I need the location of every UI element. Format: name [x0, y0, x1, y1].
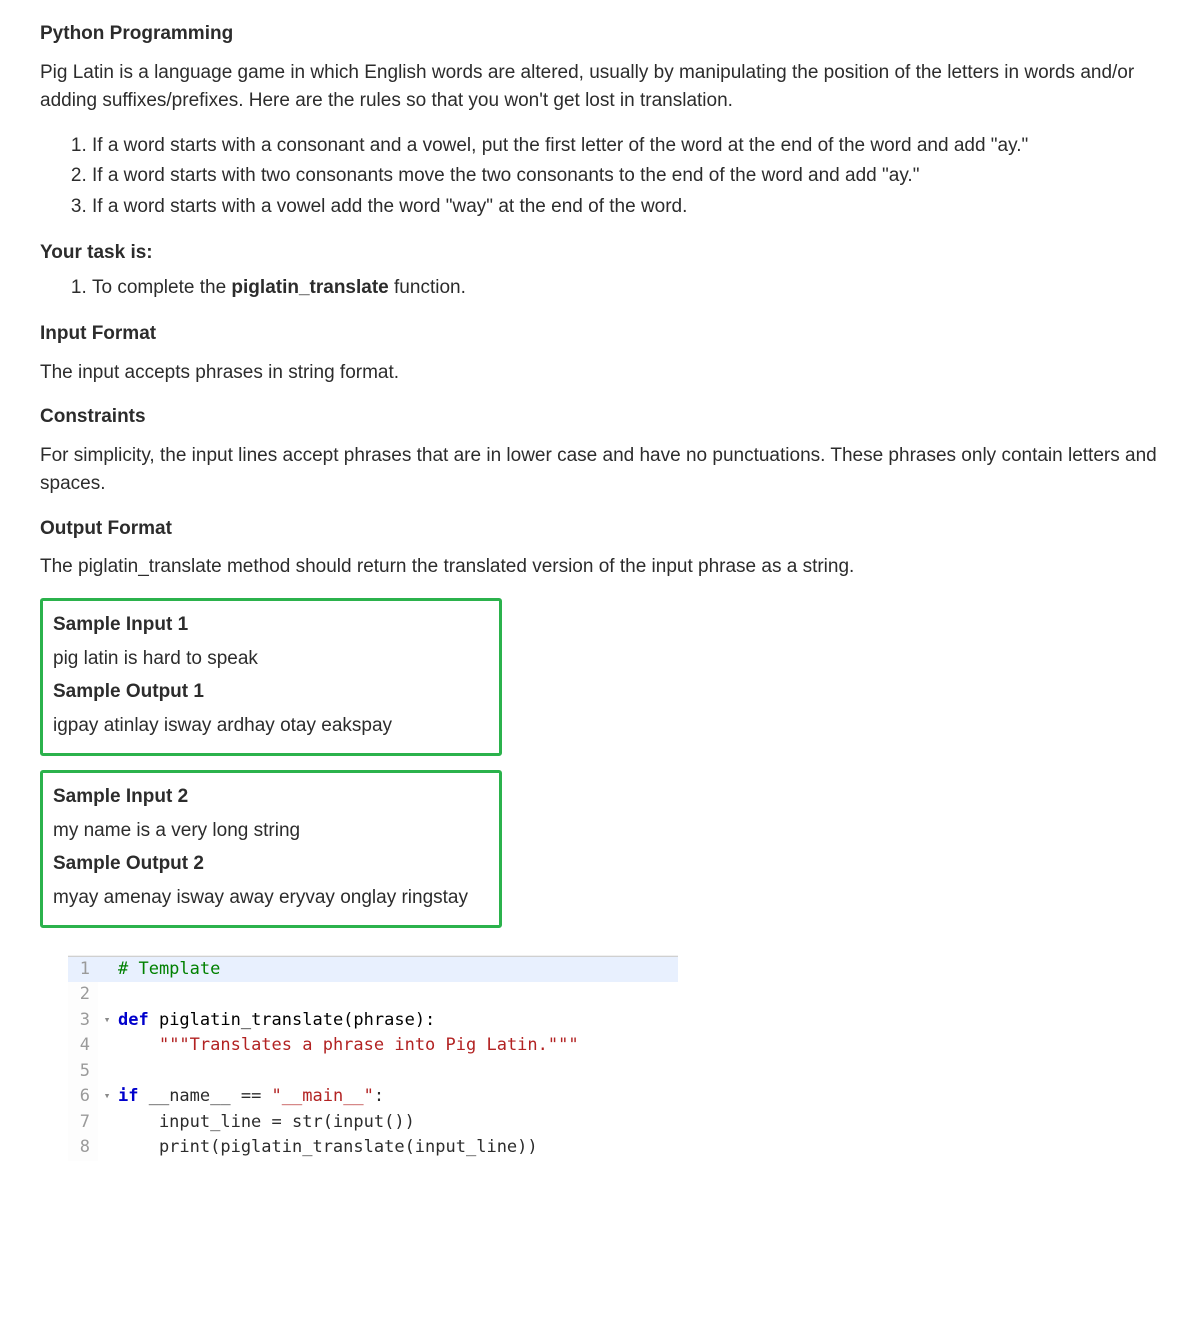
fold-gutter	[98, 1033, 116, 1059]
code-line[interactable]: 8 print(piglatin_translate(input_line))	[68, 1135, 678, 1161]
fold-icon[interactable]: ▾	[104, 1089, 111, 1102]
sample-output-1-text: igpay atinlay isway ardhay otay eakspay	[53, 712, 489, 741]
code-line[interactable]: 4 """Translates a phrase into Pig Latin.…	[68, 1033, 678, 1059]
constraints-text: For simplicity, the input lines accept p…	[40, 442, 1160, 499]
sample-box-1: Sample Input 1 pig latin is hard to spea…	[40, 598, 502, 756]
sample-output-2-text: myay amenay isway away eryvay onglay rin…	[53, 884, 489, 913]
code-line[interactable]: 6 ▾ if __name__ == "__main__":	[68, 1084, 678, 1110]
code-line[interactable]: 7 input_line = str(input())	[68, 1110, 678, 1136]
task-list: To complete the piglatin_translate funct…	[40, 274, 1160, 303]
fold-gutter	[98, 957, 116, 983]
code-line[interactable]: 5	[68, 1059, 678, 1085]
line-number: 3	[68, 1008, 98, 1034]
rule-item: If a word starts with a vowel add the wo…	[92, 193, 1160, 222]
rules-list: If a word starts with a consonant and a …	[40, 132, 1160, 222]
line-number: 8	[68, 1135, 98, 1161]
task-text-suffix: function.	[389, 277, 466, 298]
task-text-prefix: To complete the	[92, 277, 231, 298]
code-line[interactable]: 2	[68, 982, 678, 1008]
code-text: piglatin_translate(phrase):	[149, 1010, 436, 1030]
code-text: input_line = str(input())	[118, 1112, 415, 1132]
page-title: Python Programming	[40, 20, 1160, 49]
line-number: 5	[68, 1059, 98, 1085]
line-number: 1	[68, 957, 98, 983]
fold-gutter	[98, 1110, 116, 1136]
sample-output-2-heading: Sample Output 2	[53, 850, 489, 879]
fold-gutter	[98, 1059, 116, 1085]
task-heading: Your task is:	[40, 239, 1160, 268]
code-text: print(piglatin_translate(input_line))	[118, 1137, 538, 1157]
rule-item: If a word starts with a consonant and a …	[92, 132, 1160, 161]
code-line[interactable]: 1 # Template	[68, 957, 678, 983]
code-docstring: """Translates a phrase into Pig Latin.""…	[159, 1035, 579, 1055]
code-line[interactable]: 3 ▾ def piglatin_translate(phrase):	[68, 1008, 678, 1034]
input-format-heading: Input Format	[40, 320, 1160, 349]
output-format-heading: Output Format	[40, 515, 1160, 544]
line-number: 4	[68, 1033, 98, 1059]
code-keyword: def	[118, 1010, 149, 1030]
code-editor[interactable]: 1 # Template 2 3 ▾ def piglatin_translat…	[68, 956, 678, 1161]
output-format-text: The piglatin_translate method should ret…	[40, 553, 1160, 582]
sample-box-2: Sample Input 2 my name is a very long st…	[40, 770, 502, 928]
constraints-heading: Constraints	[40, 403, 1160, 432]
task-function-name: piglatin_translate	[231, 277, 388, 298]
code-text: __name__ ==	[138, 1086, 271, 1106]
intro-paragraph: Pig Latin is a language game in which En…	[40, 59, 1160, 116]
fold-gutter	[98, 1135, 116, 1161]
line-number: 7	[68, 1110, 98, 1136]
sample-input-1-text: pig latin is hard to speak	[53, 645, 489, 674]
code-string: "__main__"	[272, 1086, 374, 1106]
line-number: 2	[68, 982, 98, 1008]
sample-input-2-heading: Sample Input 2	[53, 783, 489, 812]
code-text: :	[374, 1086, 384, 1106]
fold-icon[interactable]: ▾	[104, 1013, 111, 1026]
code-keyword: if	[118, 1086, 138, 1106]
input-format-text: The input accepts phrases in string form…	[40, 359, 1160, 388]
line-number: 6	[68, 1084, 98, 1110]
sample-input-1-heading: Sample Input 1	[53, 611, 489, 640]
fold-gutter[interactable]: ▾	[98, 1084, 116, 1110]
code-comment: # Template	[118, 959, 220, 979]
sample-input-2-text: my name is a very long string	[53, 817, 489, 846]
sample-output-1-heading: Sample Output 1	[53, 678, 489, 707]
task-item: To complete the piglatin_translate funct…	[92, 274, 1160, 303]
fold-gutter	[98, 982, 116, 1008]
rule-item: If a word starts with two consonants mov…	[92, 162, 1160, 191]
fold-gutter[interactable]: ▾	[98, 1008, 116, 1034]
